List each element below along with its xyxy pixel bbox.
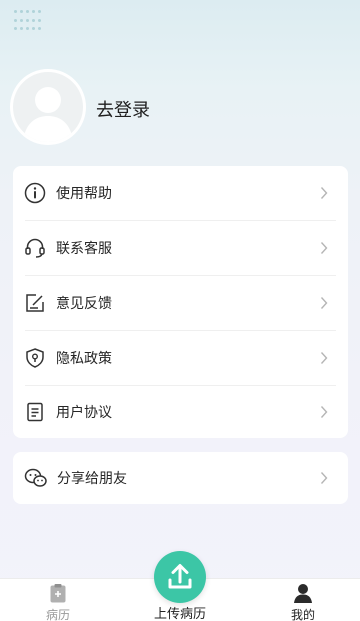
person-icon: [294, 584, 312, 603]
user-placeholder-icon: [23, 87, 73, 142]
edit-note-icon: [26, 294, 44, 312]
tab-records[interactable]: 病历: [18, 579, 98, 621]
chevron-right-icon: [320, 352, 328, 364]
clipboard-icon: [50, 584, 66, 603]
document-icon: [27, 402, 43, 422]
menu-item-label: 联系客服: [56, 241, 112, 257]
menu-item-help[interactable]: 使用帮助: [13, 166, 348, 220]
menu-card: 使用帮助 联系客服 意见反馈 隐私政策 用户协议: [13, 166, 348, 438]
share-card: 分享给朋友: [13, 452, 348, 504]
wechat-icon: [24, 468, 47, 487]
tab-mine-label: 我的: [290, 608, 315, 621]
share-label: 分享给朋友: [57, 471, 127, 487]
menu-item-privacy[interactable]: 隐私政策: [13, 331, 348, 385]
upload-record-button[interactable]: [154, 551, 206, 603]
menu-item-customer-service[interactable]: 联系客服: [13, 221, 348, 275]
chevron-right-icon: [320, 472, 328, 484]
avatar[interactable]: [13, 72, 83, 142]
menu-item-label: 隐私政策: [56, 351, 112, 367]
chevron-right-icon: [320, 297, 328, 309]
info-icon: [24, 182, 46, 204]
login-link[interactable]: 去登录: [96, 96, 150, 122]
chevron-right-icon: [320, 406, 328, 418]
chevron-right-icon: [320, 242, 328, 254]
tab-records-label: 病历: [45, 608, 70, 621]
menu-item-label: 意见反馈: [56, 296, 112, 312]
headset-icon: [25, 238, 45, 258]
shield-icon: [26, 348, 44, 368]
share-to-friends[interactable]: 分享给朋友: [13, 452, 348, 504]
tab-mine[interactable]: 我的: [263, 579, 343, 621]
menu-item-feedback[interactable]: 意见反馈: [13, 276, 348, 330]
menu-item-user-agreement[interactable]: 用户协议: [13, 385, 348, 439]
menu-item-label: 使用帮助: [56, 186, 112, 202]
upload-icon: [168, 564, 192, 589]
chevron-right-icon: [320, 187, 328, 199]
menu-item-label: 用户协议: [56, 405, 112, 421]
decorative-dots: [14, 10, 44, 34]
upload-record-label[interactable]: 上传病历: [140, 603, 220, 621]
